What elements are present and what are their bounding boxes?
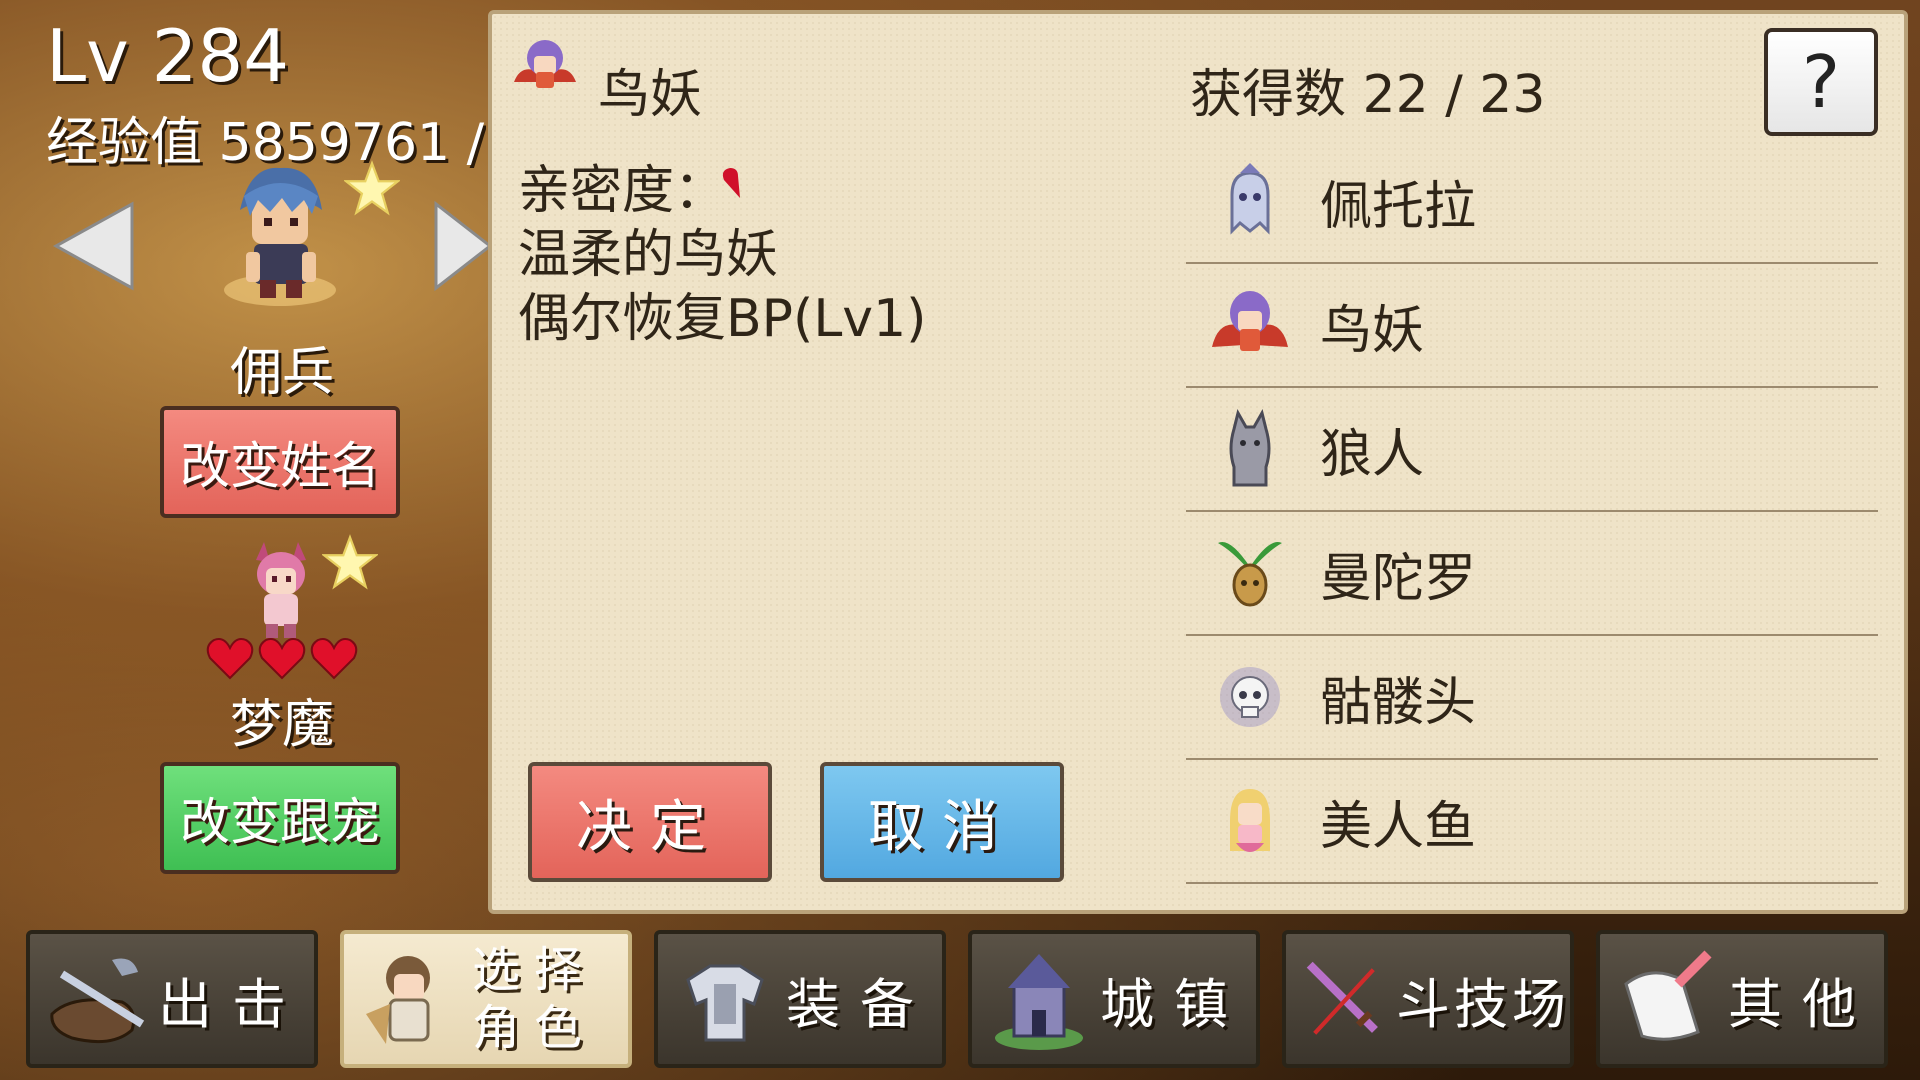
list-item-label: 狼人 bbox=[1320, 424, 1425, 485]
pet-list: 佩托拉 鸟妖 狼人 曼陀罗 骷髅头 美人鱼 bbox=[1186, 140, 1878, 884]
nav-label: 斗技场 bbox=[1396, 972, 1570, 1036]
harpy-icon bbox=[514, 40, 576, 88]
star-icon bbox=[322, 534, 378, 590]
nav-label: 城镇 bbox=[1100, 972, 1248, 1036]
pet-affinity-hearts bbox=[206, 636, 366, 686]
character-name: 佣兵 bbox=[229, 343, 334, 403]
sword-icon bbox=[1306, 961, 1378, 1035]
list-item[interactable]: 狼人 bbox=[1186, 388, 1878, 512]
list-item-label: 美人鱼 bbox=[1320, 796, 1477, 857]
list-item[interactable]: 佩托拉 bbox=[1186, 140, 1878, 264]
nav-arena[interactable]: 斗技场 bbox=[1282, 930, 1574, 1068]
heart-icon bbox=[310, 638, 358, 680]
list-item[interactable]: 骷髅头 bbox=[1186, 636, 1878, 760]
sortie-icon bbox=[50, 958, 145, 1044]
list-item-label: 佩托拉 bbox=[1320, 176, 1477, 237]
scroll-icon bbox=[1624, 950, 1712, 1041]
nav-equipment[interactable]: 装备 bbox=[654, 930, 946, 1068]
collection-count: 获得数 22 / 23 bbox=[1190, 65, 1546, 125]
list-item-label: 骷髅头 bbox=[1320, 672, 1477, 733]
list-item[interactable]: 曼陀罗 bbox=[1186, 512, 1878, 636]
character-select-icon bbox=[366, 956, 430, 1044]
rename-button[interactable]: 改变姓名 bbox=[160, 406, 400, 518]
werewolf-icon bbox=[1229, 409, 1271, 487]
help-button[interactable]: ? bbox=[1764, 28, 1878, 136]
nav-other[interactable]: 其他 bbox=[1596, 930, 1888, 1068]
pet-name: 梦魔 bbox=[229, 695, 334, 755]
list-item[interactable]: 美人鱼 bbox=[1186, 760, 1878, 884]
pet-skill: 偶尔恢复BP(Lv1) bbox=[518, 289, 927, 349]
succubus-pet-sprite bbox=[256, 542, 306, 638]
mermaid-icon bbox=[1230, 789, 1270, 852]
list-item-label: 曼陀罗 bbox=[1320, 548, 1477, 609]
nav-label: 其他 bbox=[1728, 972, 1876, 1036]
confirm-button[interactable]: 决定 bbox=[528, 762, 772, 882]
nav-town[interactable]: 城镇 bbox=[968, 930, 1260, 1068]
nav-label: 装备 bbox=[786, 972, 934, 1036]
harpy-icon bbox=[1212, 291, 1288, 351]
skull-icon bbox=[1220, 667, 1280, 727]
nav-character-select[interactable]: 选择 角色 bbox=[340, 930, 632, 1068]
nav-label: 出击 bbox=[158, 972, 306, 1036]
player-level: Lv 284 bbox=[46, 14, 290, 98]
ghost-icon bbox=[1230, 163, 1270, 235]
star-icon bbox=[344, 160, 400, 216]
mercenary-sprite bbox=[224, 167, 336, 306]
prev-character-arrow[interactable] bbox=[52, 200, 138, 292]
nav-sortie[interactable]: 出击 bbox=[26, 930, 318, 1068]
nav-label: 选择 角色 bbox=[472, 941, 596, 1057]
heart-icon bbox=[206, 638, 254, 680]
list-item-label: 鸟妖 bbox=[1320, 300, 1425, 361]
next-character-arrow[interactable] bbox=[432, 200, 492, 292]
nav-label-line1: 选择 bbox=[472, 942, 597, 998]
cancel-button[interactable]: 取消 bbox=[820, 762, 1064, 882]
nav-label-line2: 角色 bbox=[472, 1000, 597, 1056]
bottom-nav: 出击 选择 角色 装备 城镇 斗技场 其他 bbox=[26, 930, 1896, 1070]
partial-heart-icon bbox=[722, 168, 740, 198]
armor-icon bbox=[686, 964, 764, 1042]
change-pet-button[interactable]: 改变跟宠 bbox=[160, 762, 400, 874]
castle-icon bbox=[995, 954, 1083, 1050]
mandrake-icon bbox=[1218, 542, 1282, 607]
list-item[interactable]: 鸟妖 bbox=[1186, 264, 1878, 388]
selected-pet-name: 鸟妖 bbox=[598, 65, 703, 125]
heart-icon bbox=[258, 638, 306, 680]
